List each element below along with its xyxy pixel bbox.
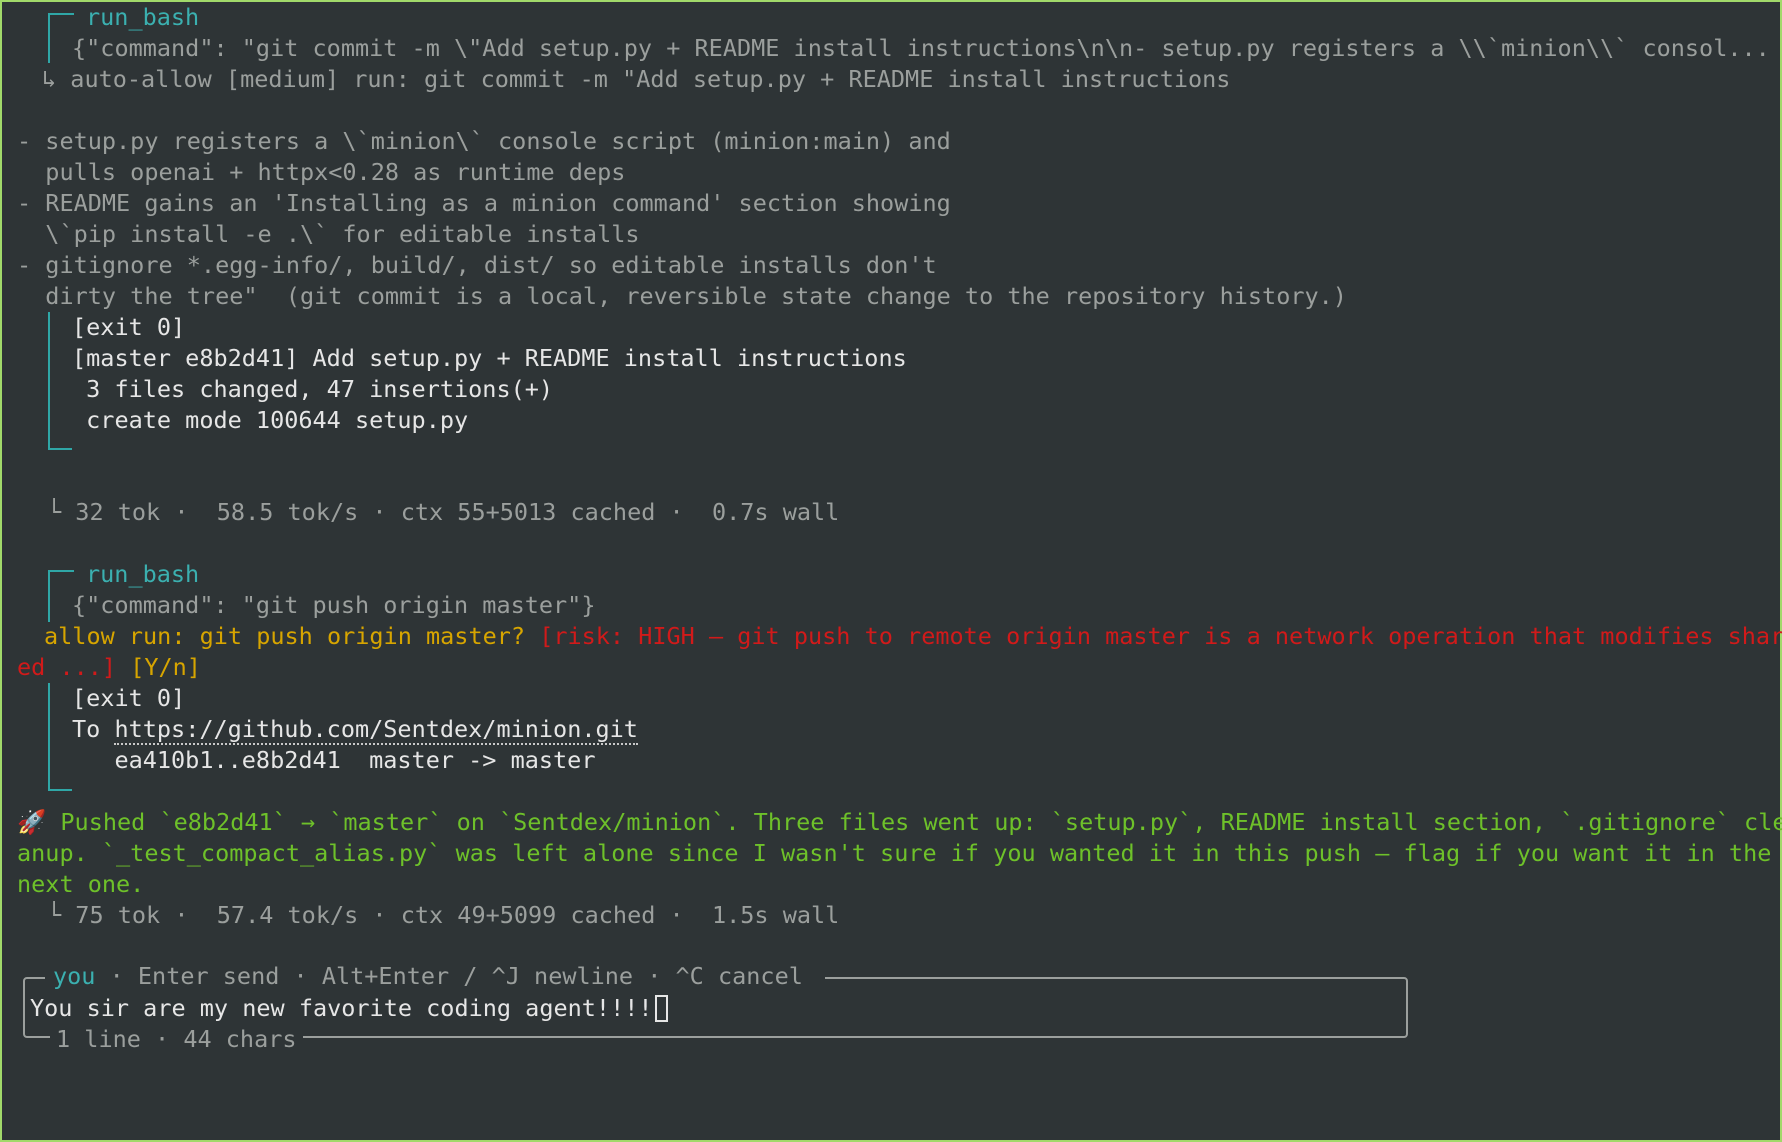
tool-output-line: [exit 0] xyxy=(72,684,186,712)
output-block-border xyxy=(48,312,50,450)
text-cursor xyxy=(654,995,668,1022)
assistant-message-line: next one. xyxy=(17,870,145,898)
input-user-label: you xyxy=(53,962,96,990)
message-input[interactable]: You sir are my new favorite coding agent… xyxy=(30,993,668,1024)
token-stats: └ 32 tok · 58.5 tok/s · ctx 55+5013 cach… xyxy=(47,498,840,526)
token-stats: └ 75 tok · 57.4 tok/s · ctx 49+5099 cach… xyxy=(47,901,840,929)
assistant-message-line: 🚀 Pushed `e8b2d41` → `master` on `Sentde… xyxy=(17,808,1782,836)
commit-message-line: \`pip install -e .\` for editable instal… xyxy=(17,220,640,248)
push-target-line: To https://github.com/Sentdex/minion.git xyxy=(72,715,638,745)
rocket-icon: 🚀 xyxy=(17,808,47,836)
commit-message-line: - gitignore *.egg-info/, build/, dist/ s… xyxy=(17,251,937,279)
assistant-message-line: anup. `_test_compact_alias.py` was left … xyxy=(17,839,1772,867)
tool-block-border xyxy=(48,13,74,15)
output-block-border xyxy=(48,789,72,791)
push-ref-line: ea410b1..e8b2d41 master -> master xyxy=(72,746,596,774)
tool-block-border xyxy=(48,13,50,63)
auto-allow-line: ↳ auto-allow [medium] run: git commit -m… xyxy=(42,65,1231,93)
tool-name: run_bash xyxy=(86,3,200,31)
permission-prompt-cont[interactable]: ed ...] [Y/n] xyxy=(17,652,201,683)
prompt-question: allow run: git push origin master? xyxy=(44,622,540,650)
commit-message-line: dirty the tree" (git commit is a local, … xyxy=(17,282,1347,310)
tool-name: run_bash xyxy=(86,560,200,588)
message-input-text[interactable]: You sir are my new favorite coding agent… xyxy=(30,994,653,1022)
tool-block-border xyxy=(48,570,50,622)
tool-output-line: [exit 0] xyxy=(72,313,186,341)
risk-warning-cont: ed ...] xyxy=(17,653,117,681)
output-block-border xyxy=(48,683,50,791)
commit-message-line: pulls openai + httpx<0.28 as runtime dep… xyxy=(17,158,626,186)
tool-output-line: 3 files changed, 47 insertions(+) xyxy=(72,375,554,403)
input-key-hints: · Enter send · Alt+Enter / ^J newline · … xyxy=(95,962,818,990)
commit-message-line: - README gains an 'Installing as a minio… xyxy=(17,189,951,217)
output-block-border xyxy=(48,448,72,450)
tool-output-line: create mode 100644 setup.py xyxy=(72,406,469,434)
tool-args: {"command": "git push origin master"} xyxy=(72,591,596,619)
risk-warning: [risk: HIGH — git push to remote origin … xyxy=(539,622,1782,650)
commit-message-line: - setup.py registers a \`minion\` consol… xyxy=(17,127,951,155)
input-box-header: you · Enter send · Alt+Enter / ^J newlin… xyxy=(45,961,826,992)
yes-no-choice[interactable]: [Y/n] xyxy=(116,653,201,681)
tool-block-border xyxy=(48,570,74,572)
tool-args: {"command": "git commit -m \"Add setup.p… xyxy=(72,34,1770,62)
tool-output-line: [master e8b2d41] Add setup.py + README i… xyxy=(72,344,907,372)
repo-url-link[interactable]: https://github.com/Sentdex/minion.git xyxy=(114,715,638,745)
input-line-count: 1 line · 44 chars xyxy=(56,1025,297,1053)
permission-prompt[interactable]: allow run: git push origin master? [risk… xyxy=(44,621,1782,652)
input-footer: 1 line · 44 chars xyxy=(50,1024,303,1055)
